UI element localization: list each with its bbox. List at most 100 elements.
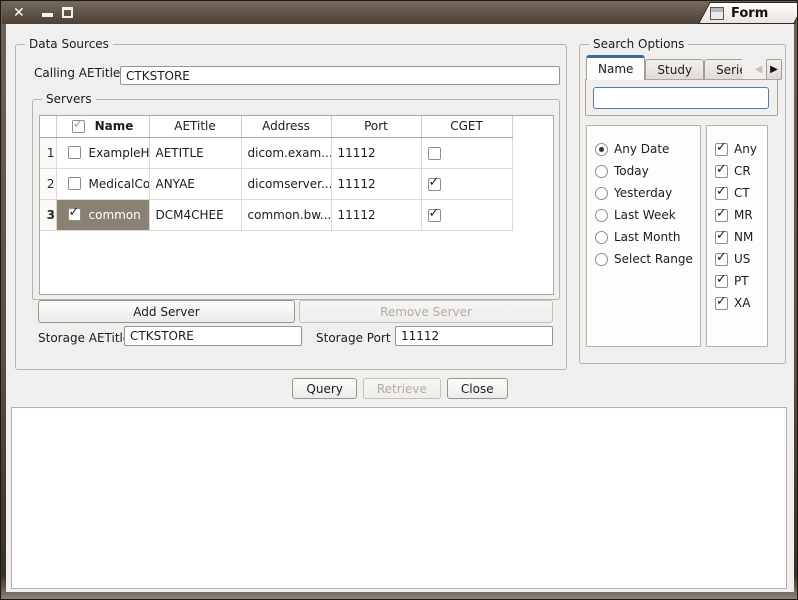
modality-checkbox[interactable]: ✓: [715, 209, 728, 222]
date-filter-last-month[interactable]: Last Month: [595, 226, 700, 248]
modality-label: PT: [734, 274, 749, 288]
date-filter-label: Last Week: [614, 208, 676, 222]
server-aetitle-cell[interactable]: DCM4CHEE: [149, 199, 241, 230]
row-number[interactable]: 2: [40, 168, 56, 199]
server-name-cell[interactable]: ✓ MedicalCo...: [56, 168, 149, 199]
column-header-name[interactable]: ✓ Name: [56, 116, 149, 137]
date-filter-yesterday[interactable]: Yesterday: [595, 182, 700, 204]
modality-nm[interactable]: ✓NM: [715, 226, 767, 248]
modality-checkbox[interactable]: ✓: [715, 231, 728, 244]
modality-checkbox[interactable]: ✓: [715, 253, 728, 266]
column-header-port[interactable]: Port: [331, 116, 421, 137]
server-enabled-checkbox[interactable]: ✓: [68, 177, 81, 190]
select-all-checkbox[interactable]: ✓: [72, 120, 85, 133]
servers-table-header: ✓ Name AETitle Address Port CGET: [40, 116, 512, 137]
storage-port-input[interactable]: [395, 326, 553, 346]
server-aetitle-cell[interactable]: ANYAE: [149, 168, 241, 199]
modality-xa[interactable]: ✓XA: [715, 292, 767, 314]
radio-icon: [595, 143, 608, 156]
minimize-window-icon[interactable]: [42, 13, 53, 17]
results-panel[interactable]: [11, 407, 787, 589]
radio-icon: [595, 231, 608, 244]
server-address-cell[interactable]: common.bw...: [241, 199, 331, 230]
check-mark-icon: ✓: [716, 162, 727, 177]
search-tab-pane: [585, 79, 778, 116]
date-filter-select-range[interactable]: Select Range: [595, 248, 700, 270]
search-tabs: NameStudySeries: [586, 55, 742, 80]
modality-ct[interactable]: ✓CT: [715, 182, 767, 204]
server-address-cell[interactable]: dicom.exam...: [241, 137, 331, 168]
modality-checkbox[interactable]: ✓: [715, 297, 728, 310]
query-button[interactable]: Query: [292, 378, 356, 399]
server-address-cell[interactable]: dicomserver....: [241, 168, 331, 199]
modality-cr[interactable]: ✓CR: [715, 160, 767, 182]
cget-checkbox[interactable]: ✓: [428, 178, 441, 191]
modality-any[interactable]: ✓Any: [715, 138, 767, 160]
servers-group: Servers ✓: [32, 99, 560, 300]
server-port-cell[interactable]: 11112: [331, 137, 421, 168]
check-mark-icon: ✓: [429, 206, 440, 221]
server-cget-cell[interactable]: ✓: [421, 137, 512, 168]
tab-series[interactable]: Series: [704, 59, 742, 80]
server-cget-cell[interactable]: ✓: [421, 168, 512, 199]
add-server-button[interactable]: Add Server: [38, 300, 295, 323]
modality-checkbox[interactable]: ✓: [715, 187, 728, 200]
tab-study[interactable]: Study: [645, 59, 704, 80]
server-name: MedicalCo...: [89, 177, 150, 191]
remove-server-button[interactable]: Remove Server: [299, 300, 553, 323]
modality-checkbox[interactable]: ✓: [715, 143, 728, 156]
check-mark-icon: ✓: [716, 184, 727, 199]
table-corner[interactable]: [40, 116, 56, 137]
column-header-cget[interactable]: CGET: [421, 116, 512, 137]
row-number[interactable]: 1: [40, 137, 56, 168]
column-header-aetitle[interactable]: AETitle: [149, 116, 241, 137]
modality-checkbox[interactable]: ✓: [715, 165, 728, 178]
column-header-address[interactable]: Address: [241, 116, 331, 137]
server-port-cell[interactable]: 11112: [331, 199, 421, 230]
tab-name[interactable]: Name: [586, 55, 645, 80]
close-window-icon[interactable]: ✕: [13, 4, 25, 22]
window-icon: [710, 7, 724, 20]
radio-icon: [595, 209, 608, 222]
search-name-input[interactable]: [593, 87, 769, 109]
server-row: 1✓ExampleH...AETITLEdicom.exam...11112 ✓: [40, 137, 512, 168]
check-mark-icon: ✓: [716, 228, 727, 243]
modality-mr[interactable]: ✓MR: [715, 204, 767, 226]
calling-aetitle-input[interactable]: [120, 66, 560, 85]
check-mark-icon: ✓: [716, 206, 727, 221]
row-number[interactable]: 3: [40, 199, 56, 230]
server-enabled-checkbox[interactable]: ✓: [68, 146, 81, 159]
date-filter-label: Select Range: [614, 252, 693, 266]
radio-icon: [595, 187, 608, 200]
tab-scroll-left-icon[interactable]: ◀: [752, 59, 765, 80]
date-filter-any-date[interactable]: Any Date: [595, 138, 700, 160]
server-row: 3✓commonDCM4CHEEcommon.bw...11112 ✓: [40, 199, 512, 230]
date-filter-label: Last Month: [614, 230, 680, 244]
retrieve-button[interactable]: Retrieve: [363, 378, 441, 399]
server-aetitle-cell[interactable]: AETITLE: [149, 137, 241, 168]
server-name-cell[interactable]: ✓ExampleH...: [56, 137, 149, 168]
date-filter-last-week[interactable]: Last Week: [595, 204, 700, 226]
data-sources-group: Data Sources Calling AETitle Servers: [15, 44, 567, 370]
modality-pt[interactable]: ✓ PT: [715, 270, 767, 292]
client-area: Data Sources Calling AETitle Servers: [6, 24, 794, 592]
maximize-window-icon[interactable]: [62, 7, 73, 18]
cget-checkbox[interactable]: ✓: [428, 209, 441, 222]
date-filter-today[interactable]: Today: [595, 160, 700, 182]
window-title: Form: [731, 6, 768, 21]
check-mark-icon: ✓: [716, 294, 727, 309]
tab-scroll-right-icon[interactable]: ▶: [766, 59, 782, 80]
server-port-cell[interactable]: 11112: [331, 168, 421, 199]
servers-table: ✓ Name AETitle Address Port CGET 1✓Examp: [39, 115, 554, 295]
window: ✕ Form Data Sources Calling AETitle Serv…: [0, 0, 798, 600]
date-filter-panel: Any DateTodayYesterday Last Week Last Mont…: [586, 125, 701, 347]
storage-aetitle-input[interactable]: [124, 326, 302, 346]
modality-us[interactable]: ✓US: [715, 248, 767, 270]
server-cget-cell[interactable]: ✓: [421, 199, 512, 230]
check-mark-icon: ✓: [429, 175, 440, 190]
modality-checkbox[interactable]: ✓: [715, 275, 728, 288]
server-enabled-checkbox[interactable]: ✓: [68, 208, 81, 221]
cget-checkbox[interactable]: ✓: [428, 147, 441, 160]
server-name-cell[interactable]: ✓common: [56, 199, 149, 230]
close-button[interactable]: Close: [447, 378, 508, 399]
